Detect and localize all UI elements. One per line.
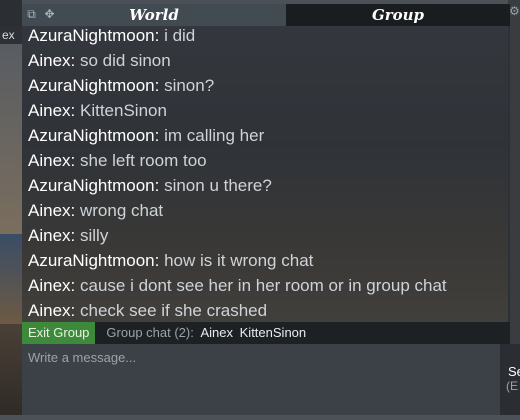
chat-message: AzuraNightmoon: im calling her <box>22 126 510 151</box>
message-separator: : <box>154 251 165 270</box>
message-text: silly <box>79 226 109 245</box>
gear-icon[interactable]: ⚙ <box>509 4 520 18</box>
background-game-scene-top <box>0 0 22 26</box>
send-button[interactable]: Se (E <box>500 344 520 415</box>
background-game-floor <box>0 324 22 415</box>
move-icon[interactable]: ✥ <box>42 7 57 22</box>
message-separator: : <box>70 51 80 70</box>
message-separator: : <box>70 151 80 170</box>
message-sender[interactable]: AzuraNightmoon <box>28 76 155 95</box>
message-separator: : <box>154 126 165 145</box>
chat-message: AzuraNightmoon: sinon? <box>22 76 510 101</box>
background-game-scene <box>0 44 22 234</box>
message-separator: : <box>70 301 80 320</box>
group-member-name[interactable]: Ainex <box>200 325 233 340</box>
message-sender[interactable]: Ainex <box>28 51 71 70</box>
message-sender[interactable]: Ainex <box>28 276 71 295</box>
message-input[interactable] <box>22 344 500 415</box>
pop-out-icon[interactable]: ⧉ <box>24 7 39 22</box>
chat-message: AzuraNightmoon: how is it wrong chat <box>22 251 510 276</box>
group-status-bar: Exit Group Group chat (2): Ainex KittenS… <box>22 322 510 344</box>
chat-message: Ainex: so did sinon <box>22 51 510 76</box>
message-text: she left room too <box>79 151 207 170</box>
group-member-info: Group chat (2): Ainex KittenSinon <box>106 322 306 344</box>
message-sender[interactable]: AzuraNightmoon <box>28 126 155 145</box>
background-game-room <box>0 234 22 324</box>
message-separator: : <box>70 101 80 120</box>
message-text: wrong chat <box>79 201 164 220</box>
message-sender[interactable]: Ainex <box>28 226 71 245</box>
message-separator: : <box>70 226 80 245</box>
message-separator: : <box>154 176 165 195</box>
tab-world[interactable]: ⧉ ✥ World <box>22 4 286 26</box>
message-text: so did sinon <box>79 51 171 70</box>
chat-message: Ainex: she left room too <box>22 151 510 176</box>
message-separator: : <box>70 201 80 220</box>
message-text: im calling her <box>164 126 265 145</box>
chat-message: Ainex: KittenSinon <box>22 101 510 126</box>
chat-message: AzuraNightmoon: i did <box>22 26 510 51</box>
message-separator: : <box>154 76 165 95</box>
message-sender[interactable]: AzuraNightmoon <box>28 26 155 45</box>
message-text: how is it wrong chat <box>164 251 314 270</box>
chat-message: Ainex: check see if she crashed <box>22 301 510 322</box>
send-button-shortcut: (E <box>506 379 518 393</box>
message-sender[interactable]: Ainex <box>28 151 71 170</box>
chat-tab-bar: ⧉ ✥ World Group <box>22 4 510 26</box>
message-sender[interactable]: AzuraNightmoon <box>28 176 155 195</box>
chat-message-log[interactable]: AzuraNightmoon: i did Ainex: so did sinon… <box>22 26 510 322</box>
exit-group-button[interactable]: Exit Group <box>22 322 96 344</box>
send-button-label: Se <box>508 364 520 379</box>
chat-message: AzuraNightmoon: sinon u there? <box>22 176 510 201</box>
message-sender[interactable]: AzuraNightmoon <box>28 251 155 270</box>
message-sender[interactable]: Ainex <box>28 201 71 220</box>
message-text: i did <box>164 26 196 45</box>
message-text: sinon u there? <box>164 176 272 195</box>
message-sender[interactable]: Ainex <box>28 301 71 320</box>
background-partial-label: ex <box>0 26 22 44</box>
chat-message: Ainex: wrong chat <box>22 201 510 226</box>
chat-message: Ainex: cause i dont see her in her room … <box>22 276 510 301</box>
message-text: cause i dont see her in her room or in g… <box>79 276 447 295</box>
group-chat-label: Group chat (2): <box>106 325 194 340</box>
message-sender[interactable]: Ainex <box>28 101 71 120</box>
message-text: check see if she crashed <box>79 301 268 320</box>
message-separator: : <box>154 26 165 45</box>
tab-group[interactable]: Group <box>286 4 510 26</box>
message-input-area <box>22 344 500 415</box>
tab-group-label: Group <box>371 6 425 24</box>
group-member-name[interactable]: KittenSinon <box>240 325 307 340</box>
tab-world-label: World <box>129 6 179 24</box>
message-text: KittenSinon <box>79 101 167 120</box>
chat-message: Ainex: silly <box>22 226 510 251</box>
message-separator: : <box>70 276 80 295</box>
message-text: sinon? <box>164 76 215 95</box>
